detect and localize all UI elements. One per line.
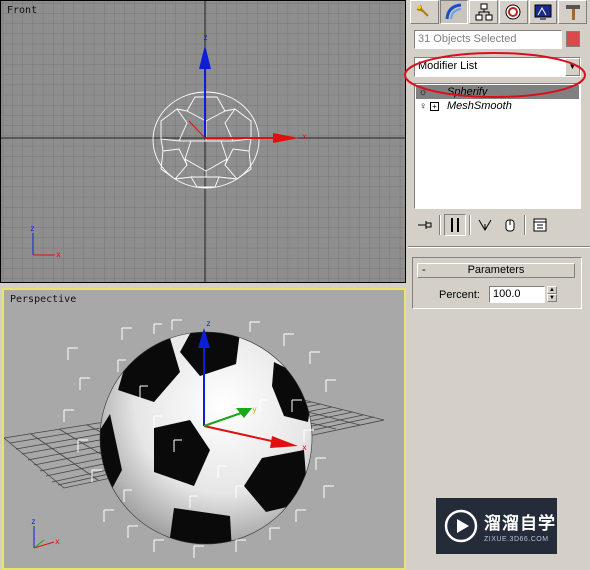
perspective-axis-tripod: x z [31,517,60,549]
command-panel: 31 Objects Selected Modifier List ▼ ☼ Sp… [404,0,590,570]
spinner-up-icon[interactable]: ▲ [547,286,557,294]
display-icon [534,4,552,20]
percent-label: Percent: [439,289,480,301]
motion-icon [505,4,521,20]
modify-icon [445,3,462,20]
create-tab[interactable] [410,0,439,24]
front-viewport[interactable]: x z x z Front [0,0,406,283]
hierarchy-tab[interactable] [469,0,499,24]
make-unique-icon [478,219,492,231]
stack-item-label: MeshSmooth [447,100,512,112]
hammer-icon [565,5,580,20]
utilities-tab[interactable] [558,0,588,24]
object-color-swatch[interactable] [566,31,580,47]
pin-stack-icon [418,221,432,229]
parameters-rollout: - Parameters Percent: 100.0 ▲ ▼ [412,257,582,309]
parameters-title: Parameters [467,264,525,276]
stack-toolbar [414,213,584,237]
persp-tripod-x-label: x [55,537,60,546]
front-gizmo-z-label: z [203,33,208,42]
hierarchy-icon [475,3,493,21]
make-unique-button[interactable] [474,214,496,236]
panel-divider [408,246,590,248]
red-highlight-ellipse [404,52,586,98]
stack-item-meshsmooth[interactable]: ♀ + MeshSmooth [416,99,579,113]
show-end-result-button[interactable] [444,214,466,236]
display-tab[interactable] [528,0,558,24]
persp-gizmo-y-label: y [252,405,257,414]
remove-modifier-button[interactable] [499,214,521,236]
percent-spinner[interactable]: ▲ ▼ [547,286,557,303]
persp-gizmo-x-label: x [302,443,307,452]
modifier-stack[interactable]: ☼ Spherify ♀ + MeshSmooth [414,83,581,209]
configure-modifier-sets-button[interactable] [529,214,551,236]
perspective-viewport[interactable]: z x y x z Perspective [2,288,406,570]
object-name-field[interactable]: 31 Objects Selected [414,30,562,49]
expand-plus-icon[interactable]: + [430,101,439,111]
pin-stack-button[interactable] [414,214,436,236]
bulb-icon[interactable]: ♀ [416,101,430,112]
persp-tripod-z-label: z [31,517,36,526]
remove-modifier-icon [505,219,515,232]
watermark: 溜溜自学 ZIXUE.3D66.COM [436,498,557,554]
front-gizmo-x-label: x [302,132,307,141]
modify-tab[interactable] [439,0,469,24]
perspective-viewport-label[interactable]: Perspective [10,294,76,305]
persp-gizmo-z-label: z [206,319,211,328]
front-tripod-z-label: z [30,224,35,233]
motion-tab[interactable] [499,0,528,24]
configure-modifier-sets-icon [533,218,547,232]
percent-input[interactable]: 100.0 [489,286,545,303]
spinner-down-icon[interactable]: ▼ [547,294,557,302]
show-end-result-icon [451,218,459,232]
front-grid: x z x z [1,1,405,282]
watermark-sub-text: ZIXUE.3D66.COM [484,536,549,543]
collapse-minus-icon: - [422,264,426,276]
play-logo-icon [444,509,478,543]
front-tripod-x-label: x [56,250,61,259]
parameters-rollout-header[interactable]: - Parameters [417,263,575,278]
command-panel-tabs [410,0,588,24]
create-icon [417,4,430,17]
front-viewport-label[interactable]: Front [7,5,37,16]
watermark-main-text: 溜溜自学 [484,514,556,534]
perspective-scene: z x y x z [4,319,385,558]
